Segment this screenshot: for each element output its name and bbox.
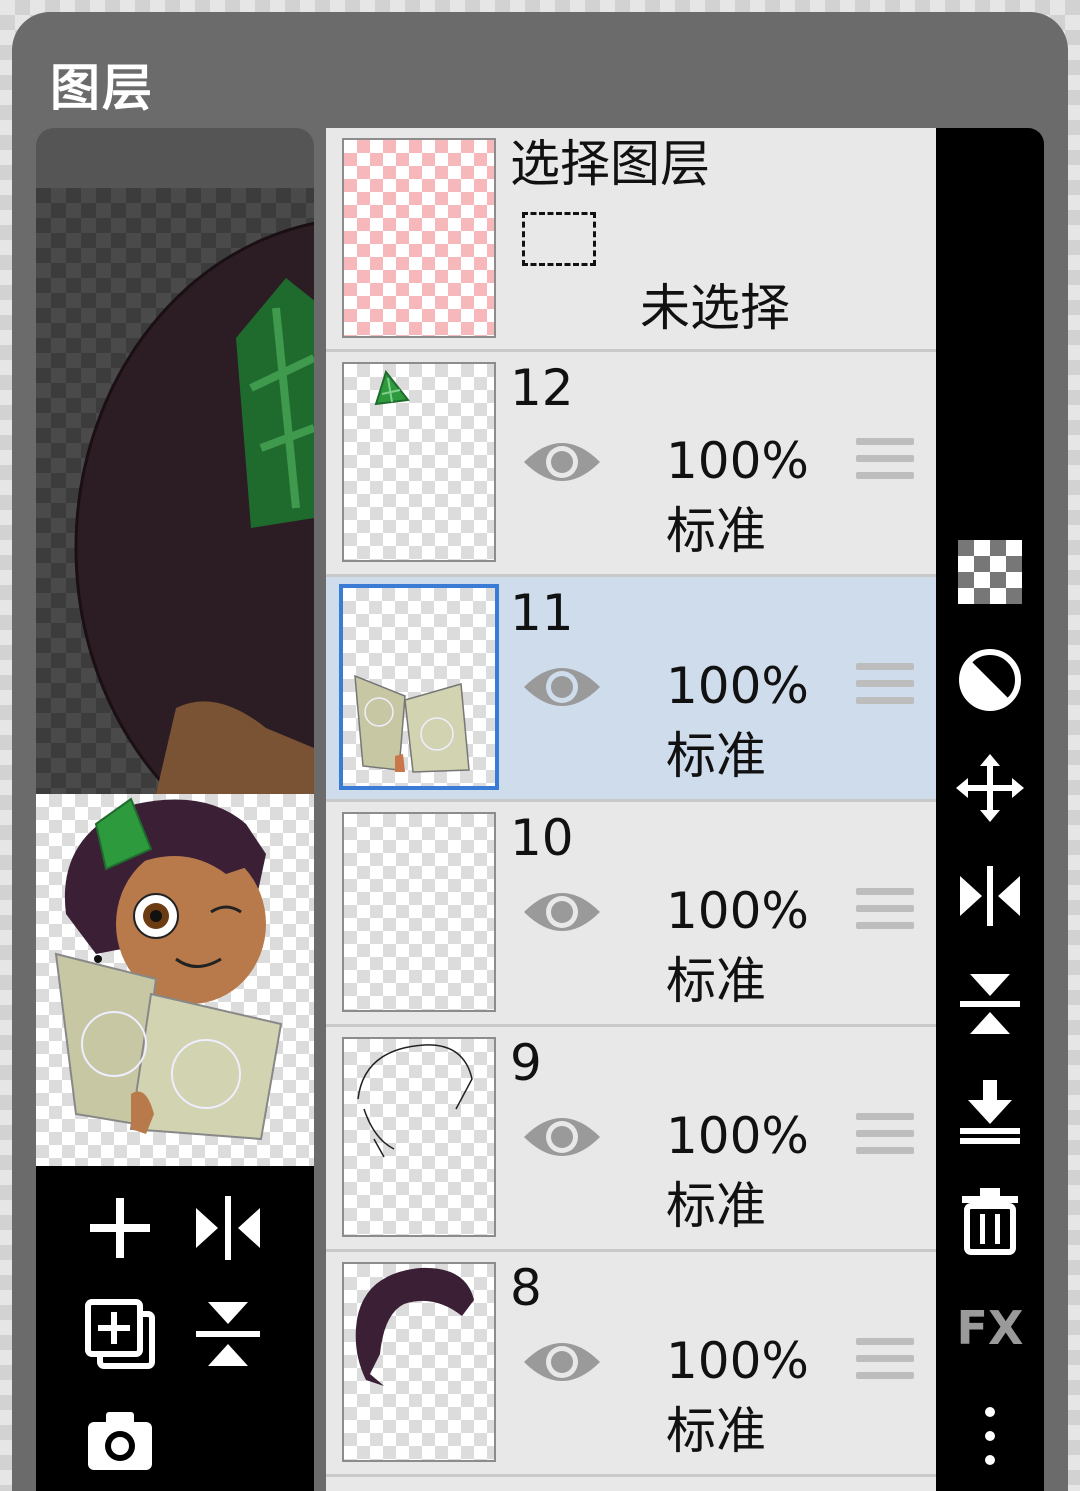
layer-thumbnail — [342, 1262, 496, 1462]
layer-name: 8 — [510, 1259, 542, 1317]
duplicate-layer-icon — [85, 1299, 155, 1369]
layer-thumbnail — [342, 1037, 496, 1237]
add-layer-icon — [90, 1198, 150, 1258]
layer-opacity[interactable]: 100% — [666, 880, 809, 942]
layer-name: 11 — [510, 584, 574, 642]
selection-marquee-icon — [522, 212, 596, 266]
layer-blend-mode[interactable]: 标准 — [666, 500, 766, 562]
left-toolbar — [36, 1166, 314, 1491]
flip-layer-vertical-button[interactable] — [188, 1294, 268, 1374]
selection-layer-thumbnail — [342, 138, 496, 338]
eye-icon[interactable] — [522, 661, 602, 713]
layer-opacity[interactable]: 100% — [666, 430, 809, 492]
camera-button[interactable] — [80, 1400, 160, 1480]
selection-layer-row[interactable]: 选择图层 未选择 — [326, 128, 936, 352]
fx-button[interactable]: FX — [954, 1292, 1026, 1364]
left-panel — [36, 128, 314, 1491]
layer-row[interactable]: 11 100% 标准 — [326, 577, 936, 802]
layer-thumbnail — [342, 362, 496, 562]
delete-layer-button[interactable] — [954, 1184, 1026, 1256]
layer-list: 选择图层 未选择 12 100% 标准 11 100% 标准 10 100% 标… — [326, 128, 936, 1491]
layer-blend-mode[interactable]: 标准 — [666, 1400, 766, 1462]
layer-row[interactable]: 12 100% 标准 — [326, 352, 936, 577]
fx-icon: FX — [956, 1301, 1024, 1355]
eye-icon[interactable] — [522, 1111, 602, 1163]
camera-icon — [88, 1412, 152, 1470]
merge-down-button[interactable] — [954, 1076, 1026, 1148]
flip-horizontal-icon — [196, 1196, 260, 1260]
drag-handle-icon[interactable] — [856, 663, 914, 713]
more-options-button[interactable] — [954, 1400, 1026, 1472]
dialog-title: 图层 — [50, 59, 154, 117]
eye-icon[interactable] — [522, 886, 602, 938]
layer-name: 9 — [510, 1034, 542, 1092]
canvas-view[interactable] — [36, 188, 314, 794]
selection-layer-title: 选择图层 — [510, 135, 710, 193]
flip-vertical-icon — [196, 1302, 260, 1366]
drag-handle-icon[interactable] — [856, 1338, 914, 1388]
layer-thumbnail — [339, 584, 499, 790]
drag-handle-icon[interactable] — [856, 888, 914, 938]
trash-icon — [962, 1188, 1018, 1255]
flip-horizontal-icon — [960, 866, 1020, 926]
flip-horizontal-button[interactable] — [954, 860, 1026, 932]
flip-vertical-button[interactable] — [954, 968, 1026, 1040]
move-icon — [956, 754, 1024, 822]
layer-opacity[interactable]: 100% — [666, 1330, 809, 1392]
drag-handle-icon[interactable] — [856, 438, 914, 488]
layer-name: 10 — [510, 809, 574, 867]
flip-layer-horizontal-button[interactable] — [188, 1188, 268, 1268]
layer-name: 12 — [510, 359, 574, 417]
layer-opacity[interactable]: 100% — [666, 655, 809, 717]
layer-blend-mode[interactable]: 标准 — [666, 725, 766, 787]
right-toolbar: FX — [936, 128, 1044, 1491]
flip-vertical-icon — [960, 974, 1020, 1034]
selection-status: 未选择 — [640, 279, 790, 337]
merge-down-icon — [960, 1080, 1020, 1144]
eye-icon[interactable] — [522, 436, 602, 488]
layer-blend-mode[interactable]: 标准 — [666, 1175, 766, 1237]
transparency-button[interactable] — [954, 536, 1026, 608]
more-vert-icon — [985, 1407, 995, 1465]
transparency-checker-icon — [958, 540, 1022, 604]
blend-mode-icon — [959, 649, 1021, 711]
layer-row[interactable]: 9 100% 标准 — [326, 1027, 936, 1252]
layer-row[interactable]: 10 100% 标准 — [326, 802, 936, 1027]
canvas-header-strip — [36, 128, 314, 188]
eye-icon[interactable] — [522, 1336, 602, 1388]
layer-opacity[interactable]: 100% — [666, 1105, 809, 1167]
canvas-preview[interactable] — [36, 794, 314, 1166]
duplicate-layer-button[interactable] — [80, 1294, 160, 1374]
blend-mode-button[interactable] — [954, 644, 1026, 716]
drag-handle-icon[interactable] — [856, 1113, 914, 1163]
move-button[interactable] — [954, 752, 1026, 824]
layer-thumbnail — [342, 812, 496, 1012]
layer-row[interactable]: 8 100% 标准 — [326, 1252, 936, 1477]
layer-blend-mode[interactable]: 标准 — [666, 950, 766, 1012]
add-layer-button[interactable] — [80, 1188, 160, 1268]
